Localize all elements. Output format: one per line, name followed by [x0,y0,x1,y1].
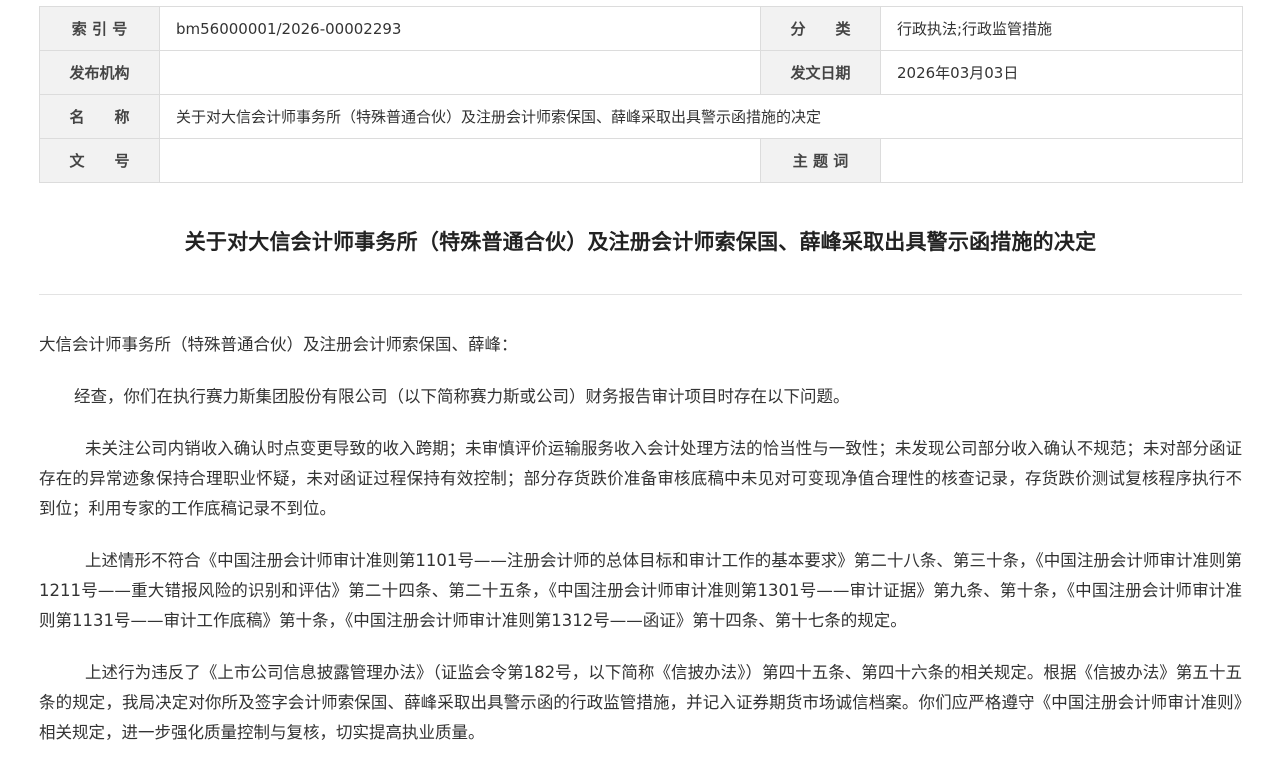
index-number-value: bm56000001/2026-00002293 [159,6,761,51]
document-page: 索 引 号 bm56000001/2026-00002293 分 类 行政执法;… [0,0,1278,758]
metadata-row: 名 称 关于对大信会计师事务所（特殊普通合伙）及注册会计师索保国、薛峰采取出具警… [39,94,1243,139]
body-paragraph-issues: 未关注公司内销收入确认时点变更导致的收入跨期；未审慎评价运输服务收入会计处理方法… [39,439,1242,518]
subject-words-value [880,138,1243,183]
subject-words-label: 主 题 词 [760,138,881,183]
document-body: 大信会计师事务所（特殊普通合伙）及注册会计师索保国、薛峰： 经查，你们在执行赛力… [39,330,1242,758]
category-value: 行政执法;行政监管措施 [880,6,1243,51]
publisher-label: 发布机构 [39,50,160,95]
metadata-row: 发布机构 发文日期 2026年03月03日 [39,50,1243,95]
issue-date-label: 发文日期 [760,50,881,95]
document-number-label: 文 号 [39,138,160,183]
name-label: 名 称 [39,94,160,139]
publisher-value [159,50,761,95]
metadata-row: 索 引 号 bm56000001/2026-00002293 分 类 行政执法;… [39,6,1243,51]
body-paragraph-decision: 上述行为违反了《上市公司信息披露管理办法》（证监会令第182号，以下简称《信披办… [39,663,1242,742]
body-paragraph-violated-standards: 上述情形不符合《中国注册会计师审计准则第1101号——注册会计师的总体目标和审计… [39,551,1242,630]
body-paragraph-findings-intro: 经查，你们在执行赛力斯集团股份有限公司（以下简称赛力斯或公司）财务报告审计项目时… [74,387,850,406]
title-divider [39,294,1242,295]
name-value: 关于对大信会计师事务所（特殊普通合伙）及注册会计师索保国、薛峰采取出具警示函措施… [159,94,1243,139]
index-number-label: 索 引 号 [39,6,160,51]
category-label: 分 类 [760,6,881,51]
metadata-row: 文 号 主 题 词 [39,138,1243,183]
document-title: 关于对大信会计师事务所（特殊普通合伙）及注册会计师索保国、薛峰采取出具警示函措施… [184,230,1097,254]
salutation: 大信会计师事务所（特殊普通合伙）及注册会计师索保国、薛峰： [39,335,518,354]
issue-date-value: 2026年03月03日 [880,50,1243,95]
document-number-value [159,138,761,183]
document-metadata-table: 索 引 号 bm56000001/2026-00002293 分 类 行政执法;… [39,6,1243,183]
